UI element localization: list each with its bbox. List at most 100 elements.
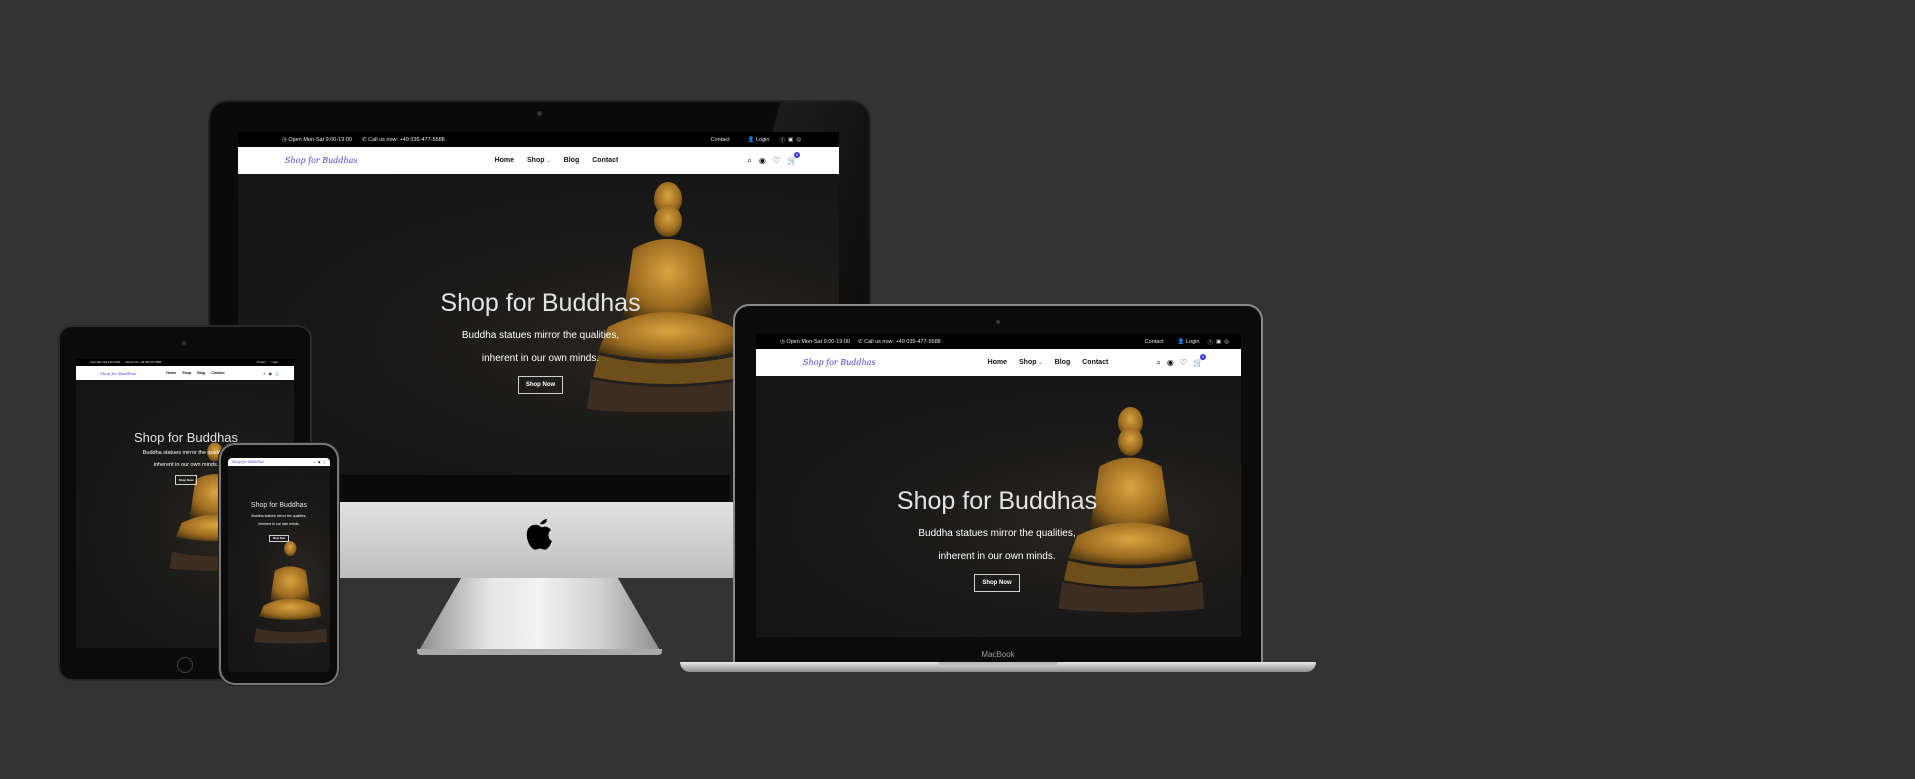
main-menu: Home Shop Blog Contact xyxy=(166,371,224,375)
facebook-icon[interactable]: ⓕ xyxy=(1207,338,1213,346)
phone-icon: ✆ xyxy=(857,338,863,345)
main-nav: Shop for Buddhas ⌕ ◉ 🛒 xyxy=(228,458,330,466)
menu-home[interactable]: Home xyxy=(495,157,514,164)
hours-text: Open Mon-Sat 9:00-19:00 xyxy=(786,338,850,345)
main-nav: Shop for Buddhas Home Shop Blog Contact … xyxy=(76,366,294,380)
phone-text: Call us now: +49 035-477-5588 xyxy=(368,136,445,143)
clock-icon: ◷ xyxy=(282,136,287,143)
hero-line-1: Buddha statues mirror the qualities, xyxy=(251,514,307,518)
cart-icon[interactable]: 🛒 0 xyxy=(787,152,801,165)
shop-now-button[interactable]: Shop Now xyxy=(974,574,1020,592)
account-icon[interactable]: ◉ xyxy=(318,460,321,464)
nav-icons: ⌕ ◉ ♡ 🛒 0 xyxy=(747,152,801,166)
topbar-contact-link[interactable]: Contact xyxy=(711,137,730,143)
linkedin-icon[interactable]: ▣ xyxy=(1216,339,1221,345)
hero-title: Shop for Buddhas xyxy=(133,430,239,445)
search-icon[interactable]: ⌕ xyxy=(263,371,265,376)
phone-item: ✆ Call us now: +49 035-477-5588 xyxy=(362,137,445,143)
hours-item: ◷ Open Mon-Sat 9:00-19:00 xyxy=(282,137,352,143)
hero-line-1: Buddha statues mirror the qualities, xyxy=(461,330,620,341)
login-text: Login xyxy=(756,136,770,143)
cart-icon[interactable]: 🛒 xyxy=(275,371,280,376)
heart-icon[interactable]: ♡ xyxy=(1180,358,1187,367)
search-icon[interactable]: ⌕ xyxy=(314,460,316,464)
main-nav: Shop for Buddhas Home Shop ⌄ Blog Contac… xyxy=(756,349,1241,376)
menu-blog[interactable]: Blog xyxy=(564,157,580,164)
search-icon[interactable]: ⌕ xyxy=(1156,358,1160,368)
clock-icon: ◷ xyxy=(780,338,785,345)
hero-line-2: inherent in our own minds. xyxy=(481,353,600,364)
top-bar: ◷ Open Mon-Sat 9:00-19:00 ✆ Call us now:… xyxy=(238,132,839,147)
site-logo[interactable]: Shop for Buddhas xyxy=(803,358,876,367)
menu-contact[interactable]: Contact xyxy=(592,157,618,164)
main-menu: Home Shop ⌄ Blog Contact xyxy=(495,157,619,164)
github-icon[interactable]: ◎ xyxy=(1224,339,1229,345)
menu-home[interactable]: Home xyxy=(988,359,1007,366)
hero-content: Shop for Buddhas Buddha statues mirror t… xyxy=(388,289,693,394)
hero-content: Shop for Buddhas Buddha statues mirror t… xyxy=(228,502,330,544)
site-logo[interactable]: Shop for Buddhas xyxy=(232,460,264,464)
site-logo[interactable]: Shop for Buddhas xyxy=(285,156,358,165)
macbook-camera xyxy=(996,320,1000,324)
cart-count-badge: 0 xyxy=(794,152,801,158)
login-link[interactable]: Login xyxy=(272,361,278,364)
hero-line-1: Buddha statues mirror the qualities, xyxy=(918,528,1076,539)
menu-shop[interactable]: Shop ⌄ xyxy=(527,157,551,164)
facebook-icon[interactable]: ⓕ xyxy=(779,136,785,144)
account-icon[interactable]: ◉ xyxy=(759,156,766,165)
phone-icon: ✆ xyxy=(361,136,367,143)
user-icon: 👤 xyxy=(747,136,755,143)
github-icon[interactable]: ◎ xyxy=(796,137,801,143)
cart-icon[interactable]: 🛒 0 xyxy=(1193,354,1207,367)
shop-now-button[interactable]: Shop Now xyxy=(174,475,198,485)
hero-section: Shop for Buddhas Buddha statues mirror t… xyxy=(756,377,1241,637)
site-logo[interactable]: Shop for Buddhas xyxy=(100,371,136,376)
apple-logo xyxy=(523,514,557,554)
hours-item: ◷ Open Mon-Sat 9:00-19:00 xyxy=(780,339,850,345)
search-icon[interactable]: ⌕ xyxy=(747,156,751,166)
login-text: Login xyxy=(1186,338,1200,345)
hero-title: Shop for Buddhas xyxy=(440,289,641,317)
menu-home[interactable]: Home xyxy=(166,371,176,375)
shop-now-button[interactable]: Shop Now xyxy=(517,376,564,394)
phone-text: Call us now: +49 035-477-5588 xyxy=(864,338,941,345)
macbook-notch xyxy=(938,662,1058,666)
hero-section: Shop for Buddhas Buddha statues mirror t… xyxy=(228,466,330,672)
account-icon[interactable]: ◉ xyxy=(1167,358,1174,367)
hours-text: Open Mon-Sat 9:00-19:00 xyxy=(90,361,120,364)
menu-shop-label: Shop xyxy=(1019,359,1037,366)
ipad-home-button[interactable] xyxy=(177,657,193,673)
heart-icon[interactable]: ♡ xyxy=(773,156,780,165)
topbar-contact-link[interactable]: Contact xyxy=(257,361,266,364)
chevron-down-icon: ⌄ xyxy=(1038,360,1043,366)
menu-contact[interactable]: Contact xyxy=(1082,359,1108,366)
hero-line-2: inherent in our own minds. xyxy=(938,551,1056,562)
phone-text: Call us now: +49 035-477-5588 xyxy=(125,361,162,364)
menu-blog[interactable]: Blog xyxy=(197,371,205,375)
menu-shop[interactable]: Shop xyxy=(182,371,191,375)
top-bar: Open Mon-Sat 9:00-19:00 Call us now: +49… xyxy=(76,359,294,366)
top-bar: ◷ Open Mon-Sat 9:00-19:00 ✆ Call us now:… xyxy=(756,334,1241,349)
menu-shop-label: Shop xyxy=(527,157,545,164)
account-icon[interactable]: ◉ xyxy=(269,371,273,376)
chevron-down-icon: ⌄ xyxy=(546,158,551,164)
hero-title: Shop for Buddhas xyxy=(250,502,308,509)
menu-blog[interactable]: Blog xyxy=(1055,359,1071,366)
topbar-contact-link[interactable]: Contact xyxy=(1145,339,1164,345)
iphone-device: Shop for Buddhas ⌕ ◉ 🛒 Shop for Buddhas … xyxy=(221,445,337,683)
hero-content: Shop for Buddhas Buddha statues mirror t… xyxy=(852,487,1142,592)
macbook-brand: MacBook xyxy=(981,650,1015,659)
ipad-camera xyxy=(182,341,186,345)
shop-now-button[interactable]: Shop Now xyxy=(268,535,290,542)
hero-line-2: inherent in our own minds. xyxy=(258,522,300,526)
imac-foot xyxy=(417,649,662,655)
menu-shop[interactable]: Shop ⌄ xyxy=(1019,359,1043,366)
cart-icon[interactable]: 🛒 xyxy=(323,460,327,464)
menu-contact[interactable]: Contact xyxy=(211,371,224,375)
hero-title: Shop for Buddhas xyxy=(896,487,1098,515)
main-nav: Shop for Buddhas Home Shop ⌄ Blog Contac… xyxy=(238,147,839,174)
login-link[interactable]: 👤 Login xyxy=(1178,339,1200,345)
main-menu: Home Shop ⌄ Blog Contact xyxy=(988,359,1109,366)
linkedin-icon[interactable]: ▣ xyxy=(788,137,793,143)
login-link[interactable]: 👤 Login xyxy=(748,137,770,143)
